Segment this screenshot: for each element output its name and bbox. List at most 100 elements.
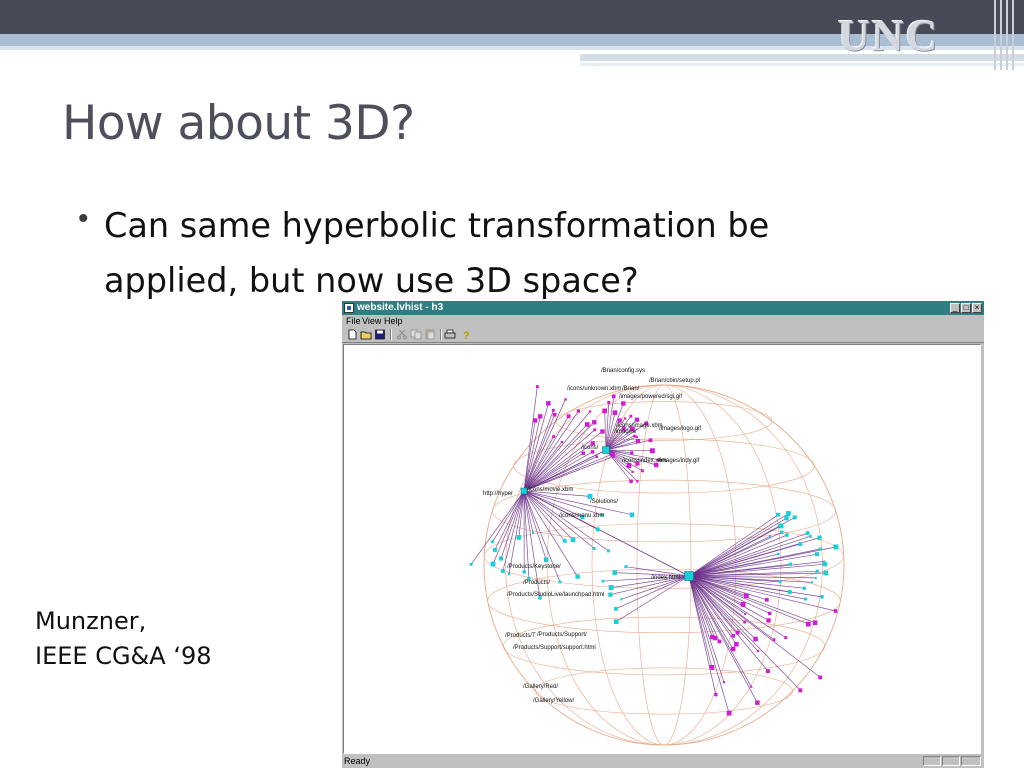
graph-node (585, 422, 590, 427)
graph-node (612, 570, 617, 575)
graph-node (753, 636, 758, 642)
paste-icon[interactable] (424, 329, 436, 340)
graph-nodes (469, 385, 839, 716)
header-accent-line-thin (580, 63, 1024, 66)
node-label[interactable]: /icons/menu.xbm (559, 513, 604, 519)
graph-node (624, 565, 628, 569)
node-label[interactable]: /images/indy.gif (658, 458, 700, 464)
hyperbolic-view-canvas[interactable]: /Brian/config.sys /Brian/cbin/setup.pl /… (343, 344, 981, 754)
window-titlebar[interactable]: website.lvhist - h3 _ □ × (342, 301, 984, 315)
copy-icon[interactable] (410, 329, 422, 340)
graph-node (612, 410, 618, 415)
node-label[interactable]: /Brian/config.sys (601, 368, 645, 374)
status-pane (923, 756, 941, 766)
graph-node (562, 538, 567, 543)
graph-node (792, 515, 797, 520)
graph-node (570, 537, 576, 543)
save-icon[interactable] (374, 329, 386, 340)
help-icon[interactable]: ? (460, 329, 472, 340)
graph-node (522, 570, 526, 574)
graph-node (612, 455, 615, 458)
graph-node (809, 535, 812, 538)
node-label[interactable]: /Products/StudioLive/launchpad.html (507, 592, 604, 598)
graph-node (785, 533, 789, 537)
node-label[interactable]: /Products/Keystone/ (507, 564, 561, 570)
new-file-icon[interactable] (346, 329, 358, 340)
node-label[interactable]: /icons/unknown.xbm (567, 386, 621, 392)
graph-node (723, 681, 726, 684)
node-label[interactable]: /Products/Support/support.html (513, 645, 596, 651)
graph-node (543, 557, 549, 562)
menu-view[interactable]: View (362, 316, 381, 326)
graph-node (600, 429, 605, 434)
graph-node (735, 630, 740, 635)
graph-node (750, 685, 753, 688)
graph-node (804, 597, 807, 601)
graph-node (552, 435, 556, 438)
node-label[interactable]: /index.html (651, 575, 680, 581)
graph-edge (616, 575, 690, 622)
menu-file[interactable]: File (346, 316, 361, 326)
graph-node (777, 552, 780, 556)
graph-node (805, 621, 811, 627)
graph-node (608, 585, 614, 590)
print-icon[interactable] (444, 329, 456, 340)
graph-node (769, 535, 772, 538)
graph-node (593, 428, 597, 432)
menu-help[interactable]: Help (384, 316, 403, 326)
node-label[interactable]: /Products/ (523, 580, 550, 586)
open-folder-icon[interactable] (360, 329, 372, 340)
graph-node (608, 592, 613, 597)
header-vertical-lines (990, 0, 1024, 70)
graph-node (714, 693, 718, 697)
graph-node (744, 593, 749, 599)
bullet-text: Can same hyperbolic transformation be ap… (104, 206, 770, 300)
node-label[interactable]: /images/ (614, 429, 637, 435)
graph-node (629, 414, 633, 418)
node-label[interactable]: /Gallery/Yellow/ (533, 698, 574, 704)
graph-node (516, 535, 522, 540)
graph-hub-node (684, 571, 694, 581)
graph-node (538, 414, 543, 419)
node-label[interactable]: /Gallery/Red/ (523, 684, 558, 690)
graph-node (592, 420, 597, 425)
graph-node (648, 438, 653, 443)
minimize-button[interactable]: _ (950, 303, 960, 313)
graph-node (818, 547, 822, 551)
graph-node (776, 512, 780, 517)
graph-node (802, 586, 806, 590)
cut-icon[interactable] (396, 329, 408, 340)
h3-graph[interactable]: /Brian/config.sys /Brian/cbin/setup.pl /… (344, 345, 980, 753)
close-button[interactable]: × (972, 303, 982, 313)
node-label[interactable]: /Products/Support/ (537, 632, 587, 638)
graph-node (756, 650, 760, 653)
graph-node (636, 480, 639, 483)
graph-node (491, 540, 495, 544)
graph-node (817, 535, 822, 540)
graph-node (787, 590, 792, 594)
node-label[interactable]: http://hyper (483, 491, 513, 497)
node-label[interactable]: /icons/movie.xbm (527, 487, 573, 493)
status-bar: Ready (342, 755, 984, 768)
node-label[interactable]: /Brian/ (622, 386, 640, 392)
graph-node (772, 638, 776, 642)
graph-node (640, 469, 644, 473)
node-label[interactable]: /icons/ (581, 445, 599, 451)
graph-node (784, 516, 789, 521)
node-label[interactable]: /images/powered/sgi.gif (619, 394, 682, 400)
sphere-latitude (513, 438, 815, 494)
graph-node (833, 609, 838, 613)
graph-node (784, 636, 788, 639)
maximize-button[interactable]: □ (961, 303, 971, 313)
graph-node (805, 531, 810, 535)
graph-node (469, 563, 473, 566)
node-label[interactable]: /Products/T (505, 633, 536, 639)
graph-node (629, 479, 633, 483)
node-label[interactable]: /Solutions/ (590, 499, 618, 505)
node-label[interactable]: /images/logo.gif (659, 426, 701, 432)
node-label[interactable]: /Brian/cbin/setup.pl (649, 378, 700, 384)
graph-node (822, 561, 828, 567)
sphere-latitude (555, 401, 773, 441)
graph-node (767, 611, 772, 616)
header-accent-line (580, 54, 1024, 61)
